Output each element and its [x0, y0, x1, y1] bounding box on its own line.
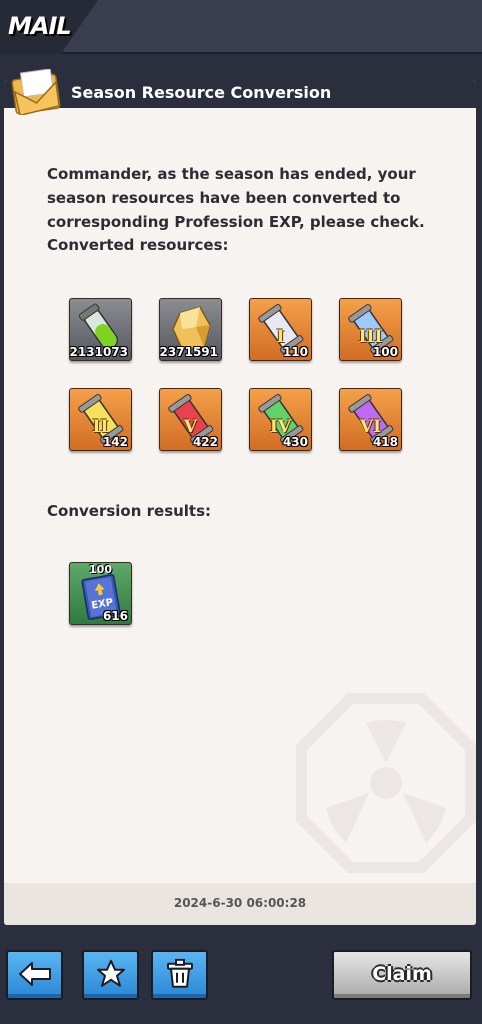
mail-title-bar: Season Resource Conversion: [4, 80, 476, 108]
item-count: 422: [192, 435, 218, 449]
item-count: 2131073: [69, 345, 128, 359]
back-button[interactable]: [6, 950, 63, 1000]
item-count: 418: [372, 435, 398, 449]
resource-item[interactable]: 2131073: [69, 298, 132, 361]
resource-item[interactable]: VI 418: [339, 388, 402, 451]
resource-item[interactable]: 2371591: [159, 298, 222, 361]
favorite-button[interactable]: [82, 950, 139, 1000]
mail-title: Season Resource Conversion: [71, 83, 332, 102]
watermark-emblem: [296, 693, 476, 873]
star-icon: [96, 959, 125, 987]
item-count: 142: [102, 435, 128, 449]
claim-button-label: Claim: [372, 963, 432, 985]
tier-label: IV: [269, 417, 292, 437]
mail-envelope-icon: [11, 69, 61, 115]
item-count: 110: [282, 345, 308, 359]
page-title: MAIL: [8, 12, 72, 40]
delete-button[interactable]: [151, 950, 208, 1000]
resource-item[interactable]: IV 430: [249, 388, 312, 451]
resource-item[interactable]: V 422: [159, 388, 222, 451]
tier-label: II: [92, 417, 109, 437]
converted-resources-label: Converted resources:: [47, 236, 229, 254]
item-count: 430: [282, 435, 308, 449]
tier-label: V: [183, 417, 198, 437]
item-top-label: 100: [89, 563, 112, 576]
conversion-results-label: Conversion results:: [47, 502, 212, 520]
claim-button[interactable]: Claim: [332, 950, 472, 1000]
mail-detail-panel: Season Resource Conversion Commander, as…: [4, 80, 476, 925]
tier-label: I: [276, 327, 285, 347]
mail-timestamp: 2024-6-30 06:00:28: [173, 896, 307, 910]
mail-message: Commander, as the season has ended, your…: [47, 165, 425, 231]
resource-item[interactable]: II 142: [69, 388, 132, 451]
result-item[interactable]: EXP 100 616: [69, 562, 132, 625]
item-count: 100: [372, 345, 398, 359]
tier-label: III: [358, 327, 383, 347]
mail-body: Commander, as the season has ended, your…: [4, 108, 476, 883]
trash-icon: [166, 958, 193, 988]
item-count: 616: [102, 609, 128, 623]
resource-item[interactable]: III 100: [339, 298, 402, 361]
tier-label: VI: [359, 417, 382, 437]
mail-footer: 2024-6-30 06:00:28: [4, 883, 476, 925]
back-arrow-icon: [18, 961, 51, 986]
resource-item[interactable]: I 110: [249, 298, 312, 361]
item-count: 2371591: [159, 345, 218, 359]
top-bar: MAIL: [0, 0, 482, 54]
